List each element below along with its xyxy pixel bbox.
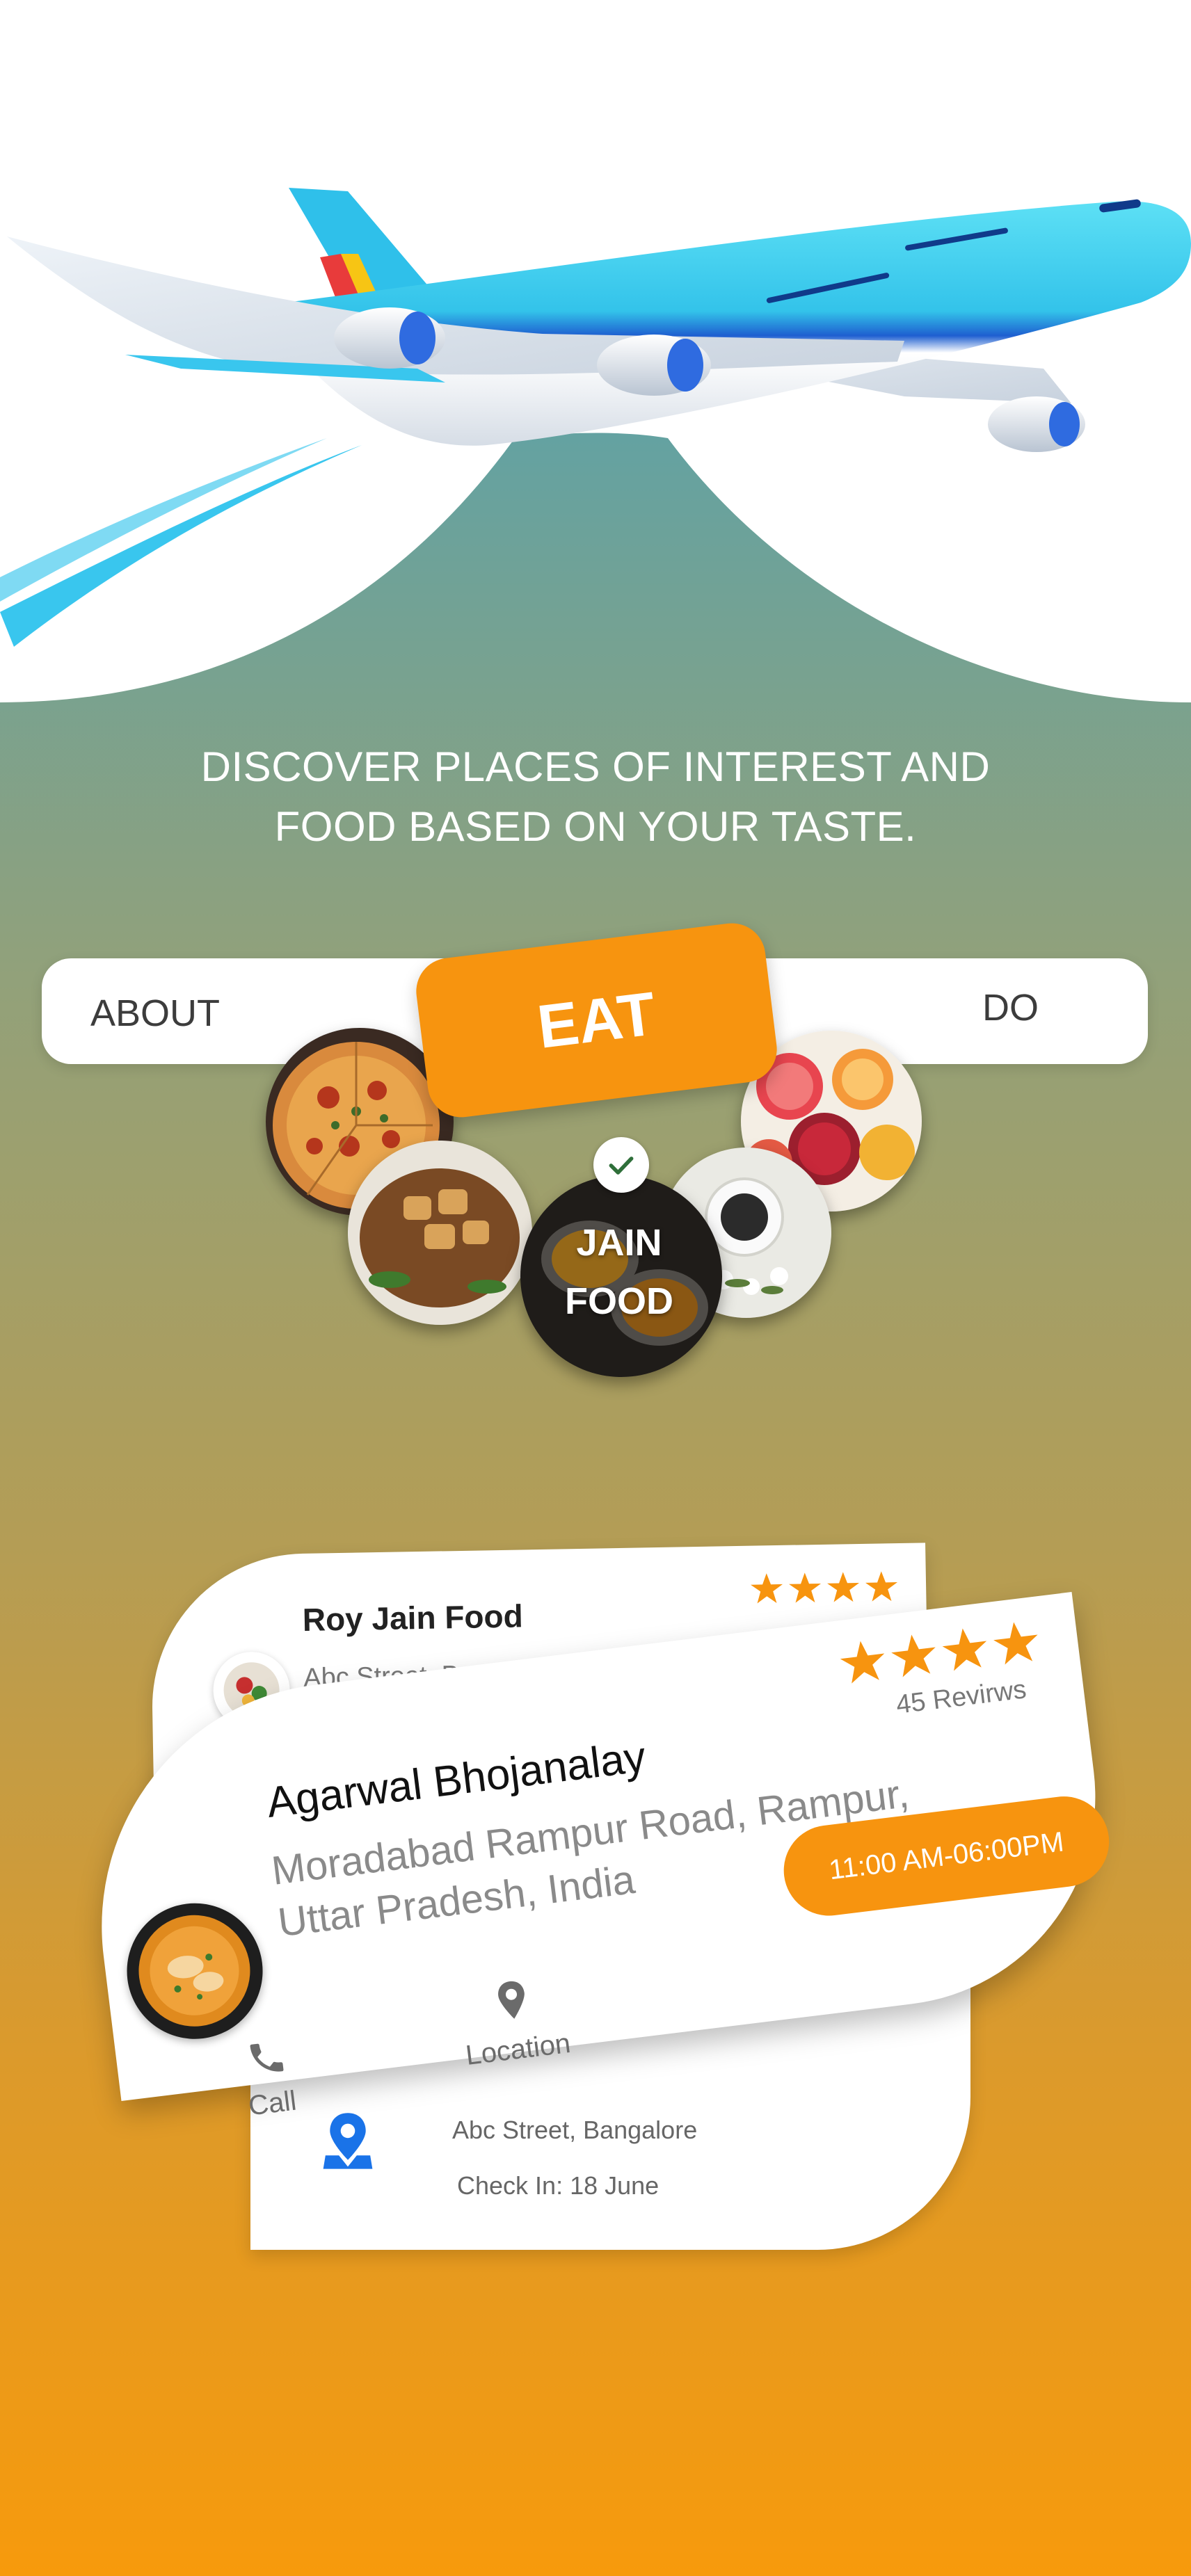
back-card-bottom-checkin: Check In: 18 June xyxy=(457,2171,660,2200)
tagline-line-1: DISCOVER PLACES OF INTEREST AND xyxy=(200,743,991,790)
curry-dish-image xyxy=(138,1915,250,2027)
tab-eat[interactable]: EAT xyxy=(412,919,781,1121)
checkmark-icon xyxy=(609,1157,634,1175)
selected-food-label: JAIN FOOD xyxy=(529,1214,710,1330)
location-pin-icon xyxy=(323,2113,373,2169)
tagline: DISCOVER PLACES OF INTEREST AND FOOD BAS… xyxy=(109,737,1082,857)
tab-eat-label: EAT xyxy=(534,979,660,1061)
back-card-top-stars xyxy=(749,1570,902,1612)
restaurant-avatar xyxy=(119,1895,271,2047)
selected-food-label-line-1: JAIN xyxy=(576,1222,662,1264)
star-rating-icon xyxy=(751,1571,898,1604)
tab-about[interactable]: ABOUT xyxy=(90,992,220,1035)
call-action[interactable]: Call xyxy=(223,2033,315,2125)
location-action[interactable]: Location xyxy=(451,1972,579,2072)
airplane-illustration xyxy=(0,188,1191,647)
location-pin-icon xyxy=(498,1981,525,2019)
tagline-line-2: FOOD BASED ON YOUR TASTE. xyxy=(274,803,917,850)
food-option-meat[interactable] xyxy=(348,1141,532,1325)
selected-check-badge xyxy=(593,1137,649,1193)
app-screen: DISCOVER PLACES OF INTEREST AND FOOD BAS… xyxy=(0,0,1191,2576)
tab-do[interactable]: DO xyxy=(982,986,1039,1029)
back-card-top-name: Roy Jain Food xyxy=(302,1597,524,1638)
selected-food-label-line-2: FOOD xyxy=(565,1280,673,1322)
meat-dish-image xyxy=(348,1141,532,1325)
phone-icon xyxy=(250,2043,284,2072)
back-card-bottom-address: Abc Street, Bangalore xyxy=(452,2116,698,2144)
opening-hours-label: 11:00 AM-06:00PM xyxy=(827,1826,1066,1885)
